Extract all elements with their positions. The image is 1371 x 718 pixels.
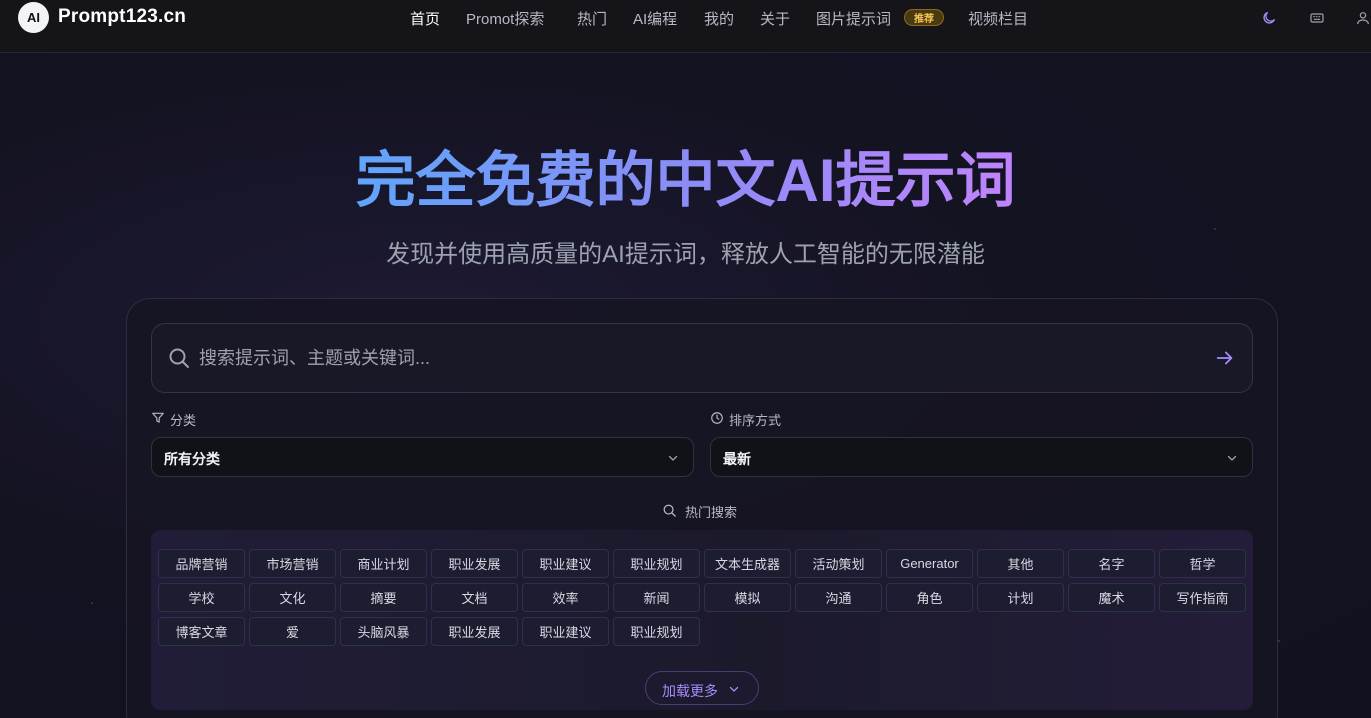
hot-tag[interactable]: 新闻 xyxy=(613,583,700,612)
hot-tag[interactable]: 计划 xyxy=(977,583,1064,612)
search-icon xyxy=(169,348,189,368)
search-icon xyxy=(663,504,676,517)
hot-tag[interactable]: 职业发展 xyxy=(431,617,518,646)
hot-tag[interactable]: Generator xyxy=(886,549,973,578)
hot-tag[interactable]: 职业规划 xyxy=(613,549,700,578)
nav-item-image-prompts[interactable]: 图片提示词 xyxy=(816,8,891,29)
nav-item-about[interactable]: 关于 xyxy=(760,8,790,29)
hot-tag[interactable]: 其他 xyxy=(977,549,1064,578)
hot-tag[interactable]: 摘要 xyxy=(340,583,427,612)
chevron-down-icon xyxy=(729,686,739,692)
hot-tag[interactable]: 品牌营销 xyxy=(158,549,245,578)
hot-tag[interactable]: 博客文章 xyxy=(158,617,245,646)
hot-tag[interactable]: 爱 xyxy=(249,617,336,646)
clock-icon xyxy=(711,412,723,424)
hot-tag[interactable]: 角色 xyxy=(886,583,973,612)
background-dot xyxy=(1214,228,1216,230)
hot-tag[interactable]: 魔术 xyxy=(1068,583,1155,612)
hot-tag[interactable]: 职业发展 xyxy=(431,549,518,578)
load-more-button[interactable]: 加载更多 xyxy=(645,671,759,705)
category-select-value: 所有分类 xyxy=(164,451,220,467)
background-dot xyxy=(1278,640,1280,642)
user-icon[interactable] xyxy=(1355,10,1371,26)
filter-icon xyxy=(152,412,164,423)
hot-tag[interactable]: 市场营销 xyxy=(249,549,336,578)
sort-select[interactable]: 最新 xyxy=(710,437,1253,477)
hot-tag[interactable]: 商业计划 xyxy=(340,549,427,578)
nav-item-explore[interactable]: Promot探索 xyxy=(466,8,544,29)
nav-item-mine[interactable]: 我的 xyxy=(704,8,734,29)
nav-item-hot[interactable]: 热门 xyxy=(577,8,607,29)
logo-icon[interactable]: AI xyxy=(18,2,49,33)
category-select[interactable]: 所有分类 xyxy=(151,437,694,477)
hot-tag[interactable]: 哲学 xyxy=(1159,549,1246,578)
hot-tag[interactable]: 沟通 xyxy=(795,583,882,612)
hot-tag[interactable]: 文本生成器 xyxy=(704,549,791,578)
recommend-badge: 推荐 xyxy=(904,9,944,26)
keyboard-icon[interactable] xyxy=(1309,10,1325,26)
chevron-down-icon xyxy=(1227,455,1237,461)
hot-tag[interactable]: 文档 xyxy=(431,583,518,612)
search-input[interactable] xyxy=(199,343,1189,373)
top-navbar: AI Prompt123.cn 首页 Promot探索 热门 AI编程 我的 关… xyxy=(0,0,1371,53)
sort-select-value: 最新 xyxy=(723,451,751,467)
hot-tag[interactable]: 写作指南 xyxy=(1159,583,1246,612)
hot-tag[interactable]: 效率 xyxy=(522,583,609,612)
hot-tag[interactable]: 职业建议 xyxy=(522,617,609,646)
hero-subtitle: 发现并使用高质量的AI提示词，释放人工智能的无限潜能 xyxy=(386,241,985,268)
chevron-down-icon xyxy=(668,455,678,461)
nav-item-ai-coding[interactable]: AI编程 xyxy=(633,8,677,29)
hot-tag[interactable]: 名字 xyxy=(1068,549,1155,578)
site-name[interactable]: Prompt123.cn xyxy=(58,6,186,28)
hot-tag[interactable]: 学校 xyxy=(158,583,245,612)
hot-tag[interactable]: 活动策划 xyxy=(795,549,882,578)
hot-tag[interactable]: 职业规划 xyxy=(613,617,700,646)
hero-title: 完全免费的中文AI提示词 xyxy=(355,147,1016,214)
hot-tag[interactable]: 文化 xyxy=(249,583,336,612)
nav-item-video[interactable]: 视频栏目 xyxy=(968,8,1028,29)
arrow-right-icon[interactable] xyxy=(1214,347,1236,369)
moon-icon[interactable] xyxy=(1261,10,1277,26)
hot-tag[interactable]: 模拟 xyxy=(704,583,791,612)
hot-tag[interactable]: 头脑风暴 xyxy=(340,617,427,646)
background-dot xyxy=(91,602,93,604)
hot-tag[interactable]: 职业建议 xyxy=(522,549,609,578)
nav-item-home[interactable]: 首页 xyxy=(410,8,440,29)
